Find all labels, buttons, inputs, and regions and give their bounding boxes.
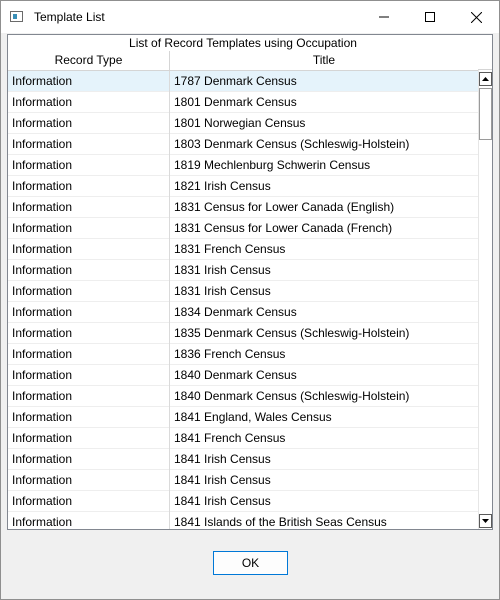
table-row[interactable]: Information 1841 French Census xyxy=(8,428,478,449)
table-row[interactable]: Information 1836 French Census xyxy=(8,344,478,365)
column-divider xyxy=(169,71,170,529)
maximize-icon xyxy=(425,12,435,22)
title-cell: 1831 Irish Census xyxy=(174,263,271,277)
record-type-cell: Information xyxy=(12,410,73,424)
title-cell: 1787 Denmark Census xyxy=(174,74,297,88)
table-row[interactable]: Information 1840 Denmark Census (Schleswi… xyxy=(8,386,478,407)
record-type-cell: Information xyxy=(12,368,73,382)
grid-rows: Information 1787 Denmark Census Informatio… xyxy=(8,71,478,529)
record-type-cell: Information xyxy=(12,347,73,361)
table-row[interactable]: Information 1831 Census for Lower Canada … xyxy=(8,197,478,218)
table-row[interactable]: Information 1841 Irish Census xyxy=(8,470,478,491)
table-row[interactable]: Information 1787 Denmark Census xyxy=(8,71,478,92)
minimize-icon xyxy=(379,16,389,18)
record-type-cell: Information xyxy=(12,326,73,340)
record-type-cell: Information xyxy=(12,158,73,172)
record-type-cell: Information xyxy=(12,74,73,88)
title-cell: 1841 Irish Census xyxy=(174,452,271,466)
table-row[interactable]: Information 1834 Denmark Census xyxy=(8,302,478,323)
title-cell: 1835 Denmark Census (Schleswig-Holstein) xyxy=(174,326,410,340)
table-row[interactable]: Information 1841 England, Wales Census xyxy=(8,407,478,428)
title-cell: 1831 Census for Lower Canada (English) xyxy=(174,200,395,214)
table-row[interactable]: Information 1841 Irish Census xyxy=(8,491,478,512)
title-cell: 1841 French Census xyxy=(174,431,286,445)
table-row[interactable]: Information 1821 Irish Census xyxy=(8,176,478,197)
table-row[interactable]: Information 1841 Irish Census xyxy=(8,449,478,470)
table-row[interactable]: Information 1841 Islands of the British S… xyxy=(8,512,478,529)
table-row[interactable]: Information 1831 Irish Census xyxy=(8,281,478,302)
record-type-cell: Information xyxy=(12,221,73,235)
table-row[interactable]: Information 1801 Norwegian Census xyxy=(8,113,478,134)
table-row[interactable]: Information 1831 Irish Census xyxy=(8,260,478,281)
table-row[interactable]: Information 1840 Denmark Census xyxy=(8,365,478,386)
title-cell: 1841 Irish Census xyxy=(174,473,271,487)
scroll-up-arrow-icon xyxy=(482,77,489,81)
title-cell: 1801 Norwegian Census xyxy=(174,116,306,130)
record-type-cell: Information xyxy=(12,473,73,487)
close-button[interactable] xyxy=(453,1,499,33)
record-type-cell: Information xyxy=(12,137,73,151)
record-type-cell: Information xyxy=(12,95,73,109)
header-corner xyxy=(478,35,492,70)
app-window-icon xyxy=(10,11,23,22)
record-type-cell: Information xyxy=(12,200,73,214)
column-header-record-type[interactable]: Record Type xyxy=(8,51,170,70)
table-row[interactable]: Information 1831 French Census xyxy=(8,239,478,260)
record-type-cell: Information xyxy=(12,116,73,130)
record-type-cell: Information xyxy=(12,263,73,277)
title-cell: 1840 Denmark Census xyxy=(174,368,297,382)
maximize-button[interactable] xyxy=(407,1,453,33)
scroll-down-button[interactable] xyxy=(479,514,492,528)
record-type-cell: Information xyxy=(12,494,73,508)
title-cell: 1803 Denmark Census (Schleswig-Holstein) xyxy=(174,137,410,151)
record-type-cell: Information xyxy=(12,179,73,193)
vertical-scrollbar[interactable] xyxy=(478,70,492,529)
title-cell: 1801 Denmark Census xyxy=(174,95,297,109)
title-cell: 1821 Irish Census xyxy=(174,179,271,193)
title-cell: 1836 French Census xyxy=(174,347,286,361)
grid-group-header: List of Record Templates using Occupatio… xyxy=(8,35,478,52)
template-list-window: Template List List of Record Templates u… xyxy=(0,0,500,600)
record-type-cell: Information xyxy=(12,305,73,319)
title-cell: 1834 Denmark Census xyxy=(174,305,297,319)
record-type-cell: Information xyxy=(12,431,73,445)
record-type-cell: Information xyxy=(12,515,73,529)
column-headers: Record Type Title xyxy=(8,51,478,71)
title-cell: 1841 Irish Census xyxy=(174,494,271,508)
ok-button[interactable]: OK xyxy=(213,551,288,575)
record-templates-grid: List of Record Templates using Occupatio… xyxy=(7,34,493,530)
title-cell: 1831 Census for Lower Canada (French) xyxy=(174,221,393,235)
table-row[interactable]: Information 1831 Census for Lower Canada … xyxy=(8,218,478,239)
scroll-up-button[interactable] xyxy=(479,72,492,86)
scrollbar-thumb[interactable] xyxy=(479,88,492,140)
record-type-cell: Information xyxy=(12,452,73,466)
table-row[interactable]: Information 1801 Denmark Census xyxy=(8,92,478,113)
scroll-down-arrow-icon xyxy=(482,519,489,523)
column-header-title[interactable]: Title xyxy=(170,51,478,70)
record-type-cell: Information xyxy=(12,284,73,298)
title-cell: 1819 Mechlenburg Schwerin Census xyxy=(174,158,371,172)
window-title: Template List xyxy=(34,10,105,24)
title-cell: 1831 French Census xyxy=(174,242,286,256)
title-cell: 1841 Islands of the British Seas Census xyxy=(174,515,387,529)
record-type-cell: Information xyxy=(12,242,73,256)
table-row[interactable]: Information 1803 Denmark Census (Schleswi… xyxy=(8,134,478,155)
table-row[interactable]: Information 1819 Mechlenburg Schwerin Cen… xyxy=(8,155,478,176)
close-icon xyxy=(470,11,482,23)
title-cell: 1831 Irish Census xyxy=(174,284,271,298)
record-type-cell: Information xyxy=(12,389,73,403)
title-cell: 1840 Denmark Census (Schleswig-Holstein) xyxy=(174,389,410,403)
minimize-button[interactable] xyxy=(361,1,407,33)
table-row[interactable]: Information 1835 Denmark Census (Schleswi… xyxy=(8,323,478,344)
title-bar[interactable]: Template List xyxy=(1,1,499,33)
title-cell: 1841 England, Wales Census xyxy=(174,410,332,424)
